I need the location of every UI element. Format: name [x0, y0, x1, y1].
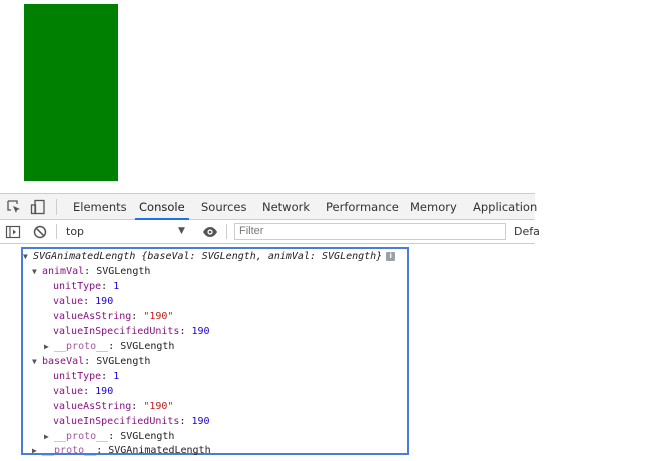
eye-icon[interactable] [202, 224, 218, 240]
proto-row[interactable]: ▶ __proto__: SVGLength [44, 340, 174, 354]
inspect-element-icon[interactable] [6, 199, 22, 215]
collapse-triangle-icon[interactable]: ▶ [44, 340, 54, 354]
tab-application[interactable]: Application [473, 194, 537, 220]
tab-sources[interactable]: Sources [201, 194, 247, 220]
property-row: value: 190 [53, 386, 114, 397]
property-row: valueInSpecifiedUnits: 190 [53, 326, 210, 337]
tab-network[interactable]: Network [262, 194, 310, 220]
toolbar-divider [226, 224, 227, 239]
collapse-triangle-icon[interactable]: ▶ [32, 444, 42, 458]
filter-input[interactable]: Filter [234, 223, 506, 240]
tabbar-divider [56, 199, 57, 215]
console-toolbar: top ▼ Filter Defa [0, 220, 540, 244]
collapse-triangle-icon[interactable]: ▶ [44, 430, 54, 444]
toolbar-divider [56, 224, 57, 239]
expand-triangle-icon[interactable]: ▼ [23, 250, 33, 264]
chevron-down-icon[interactable]: ▼ [178, 220, 185, 243]
info-icon[interactable]: i [386, 251, 396, 261]
device-toolbar-icon[interactable] [30, 199, 46, 215]
console-object-header[interactable]: ▼ SVGAnimatedLength {baseVal: SVGLength, … [23, 250, 396, 264]
clear-console-icon[interactable] [32, 224, 48, 240]
devtools-tabbar: Elements Console Sources Network Perform… [0, 193, 537, 220]
console-output-highlight: ▼ SVGAnimatedLength {baseVal: SVGLength, … [21, 247, 409, 458]
property-row: unitType: 1 [53, 371, 120, 382]
tab-performance[interactable]: Performance [326, 194, 399, 220]
show-sidebar-icon[interactable] [5, 224, 21, 240]
tab-elements[interactable]: Elements [73, 194, 127, 220]
property-row: unitType: 1 [53, 281, 120, 292]
log-levels-dropdown[interactable]: Defa [514, 220, 540, 243]
property-row: valueAsString: "190" [53, 401, 174, 412]
expand-triangle-icon[interactable]: ▼ [32, 265, 42, 279]
proto-row[interactable]: ▶ __proto__: SVGLength [44, 430, 174, 444]
tab-memory[interactable]: Memory [410, 194, 457, 220]
property-row: valueInSpecifiedUnits: 190 [53, 416, 210, 427]
property-row: valueAsString: "190" [53, 311, 174, 322]
root-proto-row[interactable]: ▶ __proto__: SVGAnimatedLength [32, 444, 211, 458]
baseval-row[interactable]: ▼ baseVal: SVGLength [32, 355, 150, 369]
context-selector[interactable]: top [66, 220, 84, 243]
animval-row[interactable]: ▼ animVal: SVGLength [32, 265, 150, 279]
property-row: value: 190 [53, 296, 114, 307]
green-rectangle [24, 4, 118, 181]
expand-triangle-icon[interactable]: ▼ [32, 355, 42, 369]
tab-console[interactable]: Console [135, 194, 189, 220]
